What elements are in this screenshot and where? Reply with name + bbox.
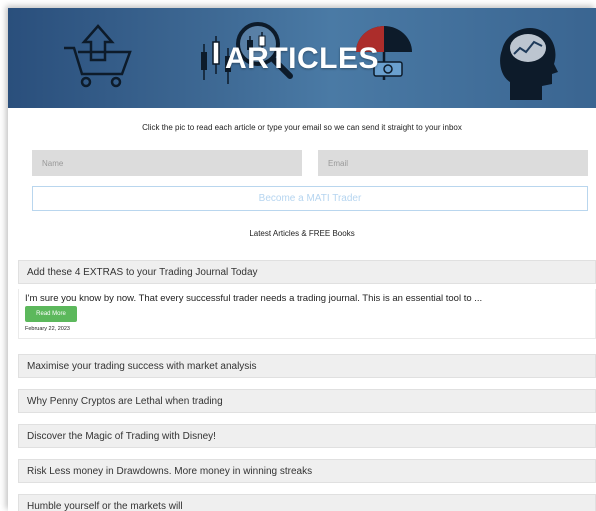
article-item[interactable]: Humble yourself or the markets will [18, 494, 596, 511]
article-excerpt: I'm sure you know by now. That every suc… [25, 293, 483, 304]
article-title: Discover the Magic of Trading with Disne… [27, 431, 216, 442]
page-title: ARTICLES [225, 42, 379, 75]
intro-text: Click the pic to read each article or ty… [142, 123, 462, 132]
name-field[interactable] [32, 150, 302, 176]
article-title: Why Penny Cryptos are Lethal when tradin… [27, 396, 223, 407]
hero-banner[interactable]: ARTICLES [8, 8, 596, 108]
article-item[interactable]: Discover the Magic of Trading with Disne… [18, 424, 596, 448]
article-item[interactable]: Maximise your trading success with marke… [18, 354, 596, 378]
article-title: Maximise your trading success with marke… [27, 361, 257, 372]
latest-articles-heading: Latest Articles & FREE Books [249, 229, 355, 238]
featured-article-header[interactable]: Add these 4 EXTRAS to your Trading Journ… [18, 260, 596, 284]
email-field[interactable] [318, 150, 588, 176]
article-title: Add these 4 EXTRAS to your Trading Journ… [27, 267, 258, 278]
become-trader-button[interactable]: Become a MATI Trader [32, 186, 588, 211]
read-more-button[interactable]: Read More [25, 306, 77, 322]
article-item[interactable]: Risk Less money in Drawdowns. More money… [18, 459, 596, 483]
article-date: February 22, 2023 [25, 326, 70, 332]
article-title: Humble yourself or the markets will [27, 501, 183, 511]
article-item[interactable]: Why Penny Cryptos are Lethal when tradin… [18, 389, 596, 413]
page-frame: ARTICLES Click the pic to read each arti… [8, 8, 596, 511]
article-title: Risk Less money in Drawdowns. More money… [27, 466, 313, 477]
